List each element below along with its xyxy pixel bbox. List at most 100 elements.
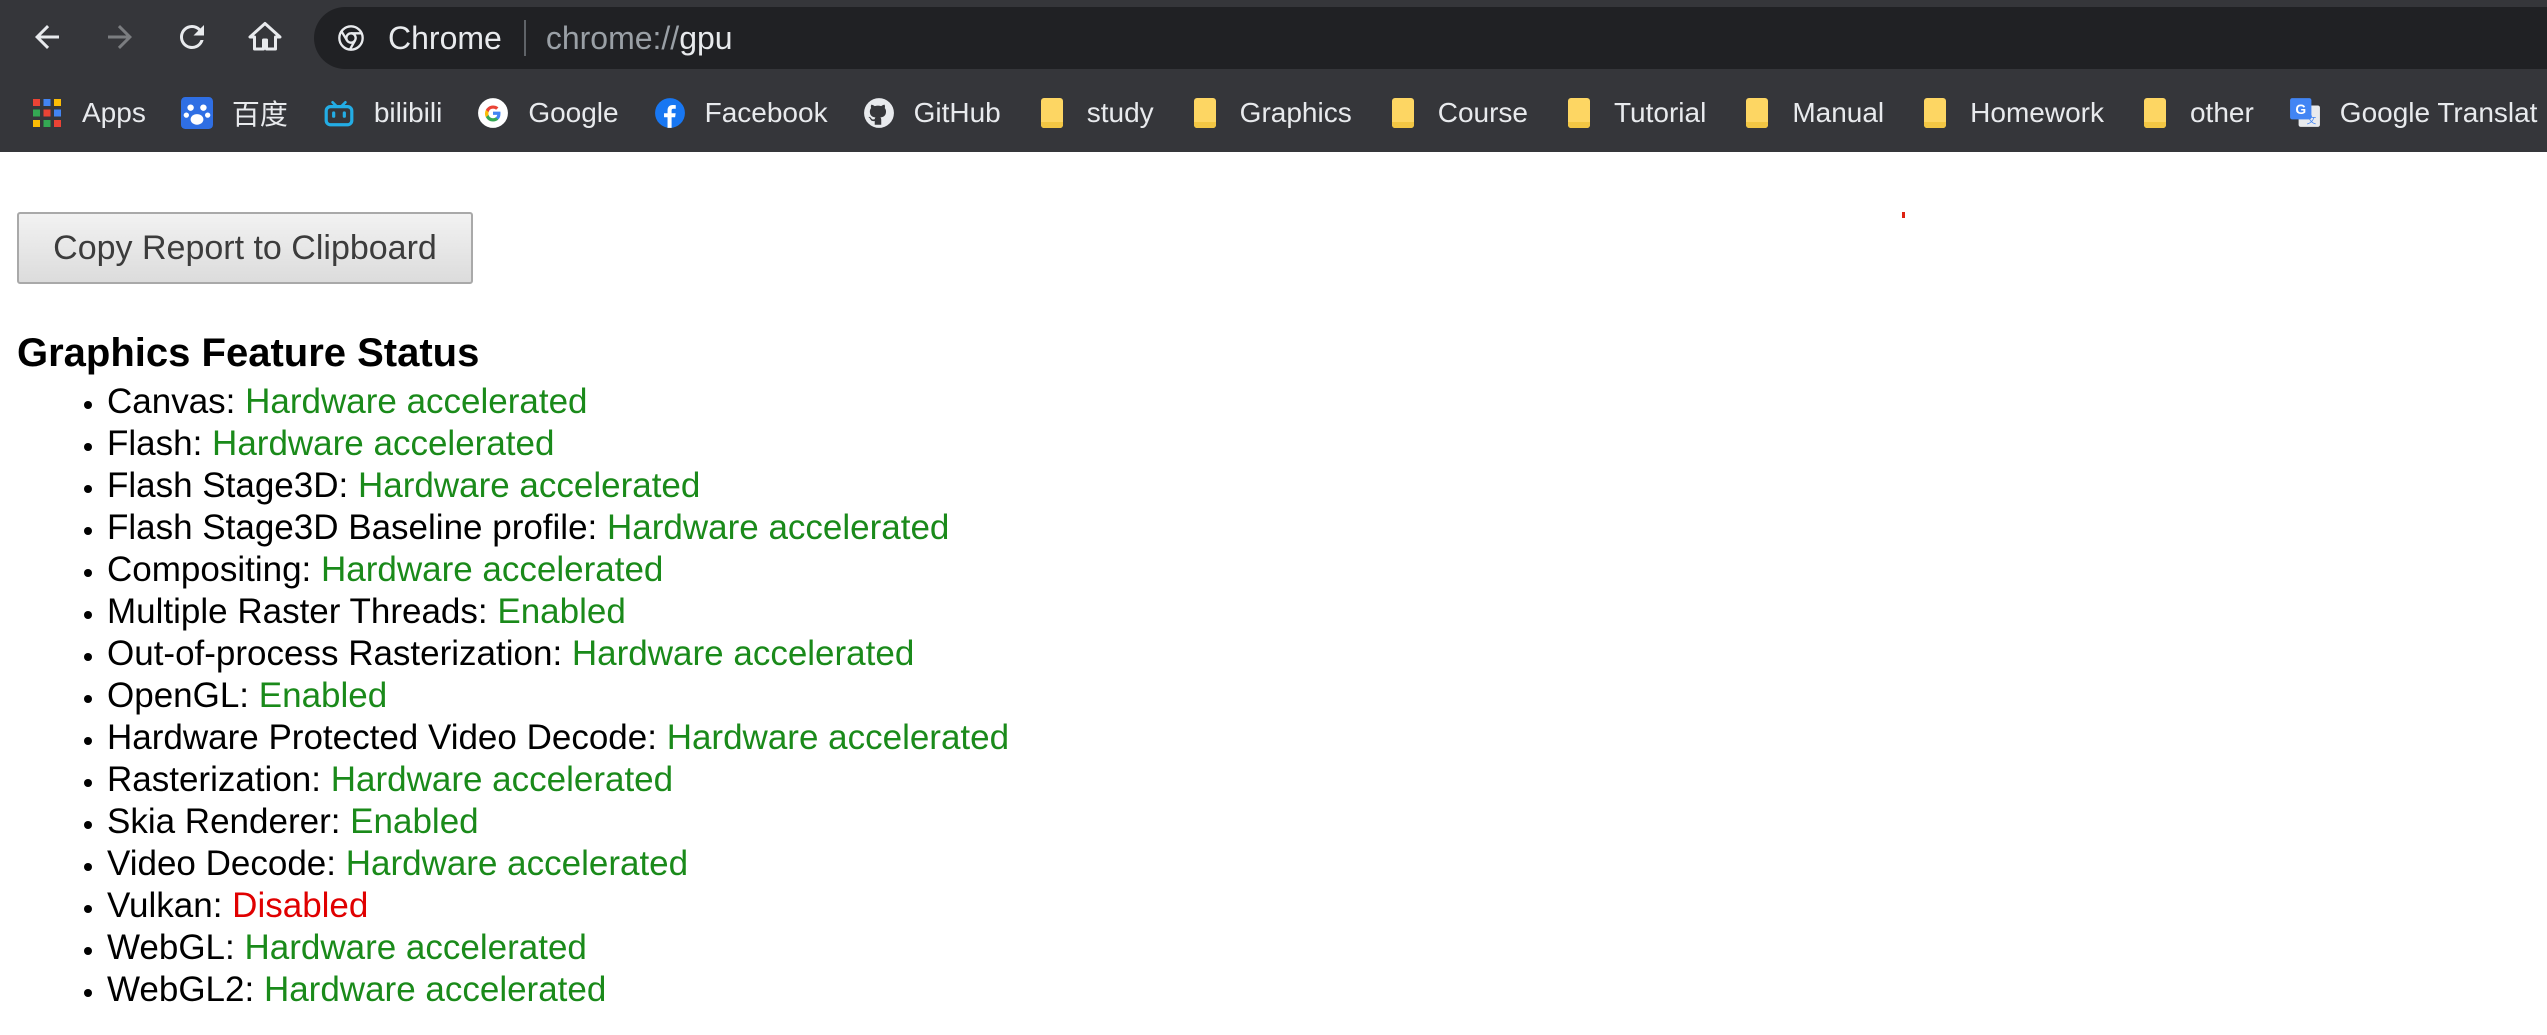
bookmark-label: Facebook [704, 97, 828, 128]
feature-item-protected-video-decode: Hardware Protected Video Decode: Hardwar… [107, 717, 2547, 759]
bookmark-label: Tutorial [1613, 97, 1707, 128]
folder-icon [1740, 96, 1774, 130]
feature-name: WebGL: [107, 928, 245, 967]
red-tick-mark [1902, 212, 1905, 218]
feature-status: Hardware accelerated [320, 550, 664, 589]
home-button[interactable] [238, 10, 292, 64]
feature-item-canvas: Canvas: Hardware accelerated [107, 381, 2547, 423]
feature-item-video-decode: Video Decode: Hardware accelerated [107, 843, 2547, 885]
folder-icon [2138, 96, 2172, 130]
feature-name: Hardware Protected Video Decode: [107, 718, 667, 757]
bookmark-label: Google [528, 97, 619, 128]
bookmark-label: Manual [1792, 97, 1885, 128]
bookmark-github[interactable]: GitHub [862, 85, 1001, 141]
bookmark-google[interactable]: Google [476, 85, 619, 141]
bookmark-label: Google Translat [2339, 97, 2538, 128]
bookmark-label: Graphics [1239, 97, 1352, 128]
feature-item-multiple-raster-threads: Multiple Raster Threads: Enabled [107, 591, 2547, 633]
feature-name: Flash Stage3D Baseline profile: [107, 508, 607, 547]
site-chip[interactable]: Chrome [388, 20, 502, 57]
feature-item-compositing: Compositing: Hardware accelerated [107, 549, 2547, 591]
arrow-right-icon [108, 25, 132, 49]
browser-toolbar: Chrome chrome://gpu [0, 0, 2547, 74]
feature-status: Hardware accelerated [263, 970, 607, 1009]
google-translate-icon: G文 [2288, 96, 2322, 130]
feature-status: Hardware accelerated [330, 760, 674, 799]
gpu-page: Copy Report to Clipboard Graphics Featur… [0, 212, 2547, 1011]
bookmark-baidu[interactable]: 百度 [180, 85, 288, 141]
feature-name: Flash Stage3D: [107, 466, 358, 505]
feature-item-skia-renderer: Skia Renderer: Enabled [107, 801, 2547, 843]
address-bar[interactable]: Chrome chrome://gpu [314, 7, 2547, 69]
feature-status: Hardware accelerated [345, 844, 689, 883]
feature-status: Hardware accelerated [607, 508, 950, 547]
feature-status-list: Canvas: Hardware accelerated Flash: Hard… [17, 381, 2547, 1011]
bookmark-bilibili[interactable]: bilibili [322, 85, 442, 141]
feature-status: Hardware accelerated [245, 382, 588, 421]
bookmark-label: Apps [82, 97, 146, 128]
url-text[interactable]: chrome://gpu [546, 20, 733, 57]
feature-status: Enabled [350, 802, 479, 841]
feature-status: Hardware accelerated [357, 466, 701, 505]
feature-name: Vulkan: [107, 886, 233, 925]
feature-status: Hardware accelerated [212, 424, 555, 463]
feature-name: Flash: [107, 424, 213, 463]
feature-item-rasterization: Rasterization: Hardware accelerated [107, 759, 2547, 801]
bookmark-folder-tutorial[interactable]: Tutorial [1562, 85, 1706, 141]
feature-item-flash-stage3d-baseline: Flash Stage3D Baseline profile: Hardware… [107, 507, 2547, 549]
back-button[interactable] [20, 10, 74, 64]
bookmark-folder-homework[interactable]: Homework [1918, 85, 2104, 141]
folder-icon [1562, 96, 1596, 130]
feature-status: Enabled [497, 592, 626, 631]
home-icon [248, 22, 282, 51]
folder-icon [1918, 96, 1952, 130]
feature-item-webgl: WebGL: Hardware accelerated [107, 927, 2547, 969]
bookmark-folder-study[interactable]: study [1035, 85, 1154, 141]
chrome-icon [336, 23, 366, 53]
feature-status: Hardware accelerated [571, 634, 915, 673]
bookmark-apps[interactable]: Apps [30, 85, 146, 141]
bookmark-label: GitHub [913, 97, 1001, 128]
google-icon [476, 96, 510, 130]
forward-button[interactable] [93, 10, 147, 64]
svg-text:文: 文 [2306, 115, 2316, 127]
feature-item-flash: Flash: Hardware accelerated [107, 423, 2547, 465]
omnibox-divider [523, 20, 526, 56]
folder-icon [1035, 96, 1069, 130]
bookmark-google-translate[interactable]: G文 Google Translat [2288, 85, 2538, 141]
feature-item-webgl2: WebGL2: Hardware accelerated [107, 969, 2547, 1011]
github-icon [862, 96, 896, 130]
feature-name: OpenGL: [107, 676, 259, 715]
feature-status: Hardware accelerated [244, 928, 587, 967]
bookmark-label: other [2189, 97, 2254, 128]
feature-item-vulkan: Vulkan: Disabled [107, 885, 2547, 927]
reload-button[interactable] [165, 10, 219, 64]
feature-status: Enabled [258, 676, 388, 715]
url-path: gpu [679, 19, 733, 56]
feature-name: Out-of-process Rasterization: [107, 634, 572, 673]
bookmark-folder-graphics[interactable]: Graphics [1188, 85, 1352, 141]
folder-icon [1386, 96, 1420, 130]
feature-name: Multiple Raster Threads: [107, 592, 498, 631]
feature-item-oop-rasterization: Out-of-process Rasterization: Hardware a… [107, 633, 2547, 675]
bookmark-label: 百度 [231, 99, 288, 130]
bookmark-label: Course [1437, 97, 1528, 128]
bookmark-label: Homework [1970, 97, 2104, 128]
bookmark-label: study [1086, 97, 1154, 128]
bookmark-folder-other[interactable]: other [2138, 85, 2254, 141]
feature-status: Hardware accelerated [666, 718, 1010, 757]
feature-name: WebGL2: [107, 970, 264, 1009]
arrow-left-icon [35, 25, 59, 49]
feature-name: Compositing: [107, 550, 321, 589]
bookmark-facebook[interactable]: Facebook [653, 85, 828, 141]
facebook-icon [653, 96, 687, 130]
baidu-icon [180, 96, 214, 130]
bilibili-icon [322, 96, 356, 130]
bookmark-folder-course[interactable]: Course [1386, 85, 1528, 141]
feature-status: Disabled [232, 886, 369, 925]
copy-report-button[interactable]: Copy Report to Clipboard [17, 212, 473, 284]
apps-grid-icon [30, 96, 64, 130]
feature-name: Skia Renderer: [107, 802, 351, 841]
bookmark-folder-manual[interactable]: Manual [1740, 85, 1884, 141]
folder-icon [1188, 96, 1222, 130]
